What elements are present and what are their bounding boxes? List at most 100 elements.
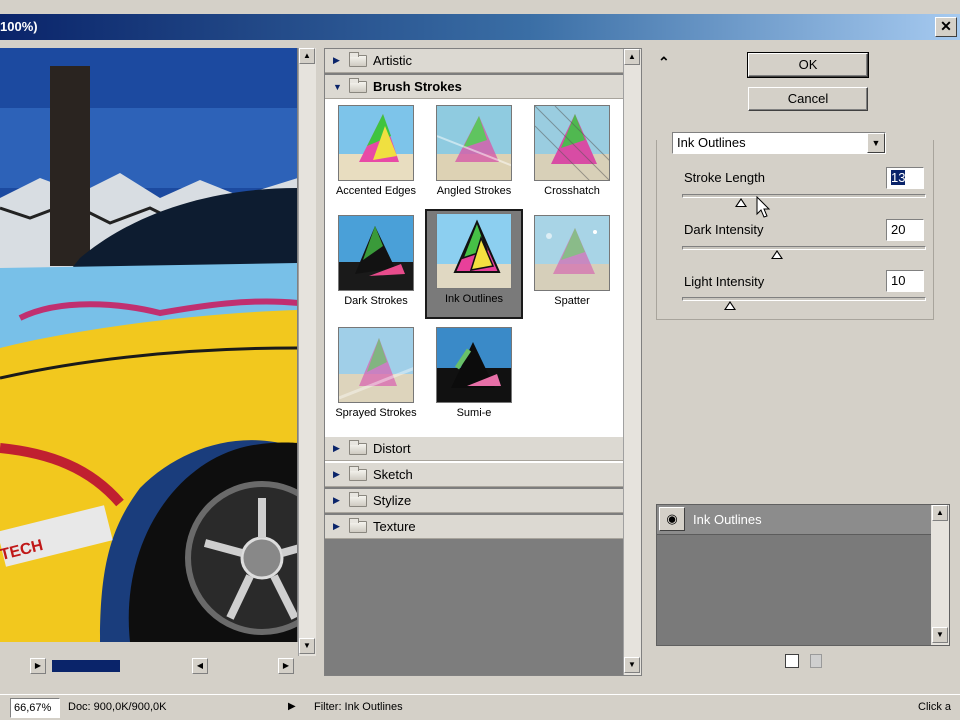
category-sketch[interactable]: ▶ Sketch	[325, 463, 623, 487]
title-bar: 100%) ✕	[0, 0, 960, 40]
category-texture[interactable]: ▶ Texture	[325, 515, 623, 539]
stroke-length-label: Stroke Length	[684, 170, 765, 185]
scroll-up-icon[interactable]: ▲	[624, 49, 640, 65]
scroll-up-icon[interactable]: ▲	[932, 505, 948, 521]
category-label: Sketch	[373, 467, 413, 482]
dark-intensity-field[interactable]: 20	[886, 219, 924, 241]
new-effect-layer-icon[interactable]	[785, 654, 799, 668]
filter-thumb-dark-strokes[interactable]: Dark Strokes	[327, 211, 425, 321]
light-intensity-field[interactable]: 10	[886, 270, 924, 292]
layer-row-ink-outlines[interactable]: ◉ Ink Outlines	[657, 505, 933, 535]
window-close-button[interactable]: ✕	[935, 17, 957, 37]
status-hint: Click a	[918, 701, 952, 713]
cancel-button[interactable]: Cancel	[748, 87, 868, 111]
light-intensity-label: Light Intensity	[684, 274, 765, 289]
dark-intensity-slider-handle[interactable]	[770, 250, 783, 259]
collapse-triangle-icon: ▼	[333, 81, 342, 92]
thumbnail-image	[436, 213, 512, 289]
expand-triangle-icon: ▶	[333, 469, 340, 479]
thumb-label: Spatter	[554, 295, 590, 307]
thumb-label: Ink Outlines	[444, 293, 504, 305]
trash-icon[interactable]	[810, 654, 822, 668]
effect-layers-panel: ◉ Ink Outlines ▲ ▼	[656, 504, 950, 646]
eye-icon[interactable]: ◉	[659, 507, 685, 531]
scroll-down-icon[interactable]: ▼	[299, 638, 315, 654]
scroll-right-end-icon[interactable]: ▶	[278, 658, 294, 674]
preview-image[interactable]: TECH	[0, 48, 298, 642]
filter-gallery: ▶ Artistic ▼ Brush Strokes Accented Edge…	[324, 48, 642, 676]
doc-size: Doc: 900,0K/900,0K	[68, 701, 167, 713]
thumbnail-image	[436, 327, 512, 403]
ok-button[interactable]: OK	[747, 52, 869, 78]
filter-thumb-spatter[interactable]: Spatter	[523, 211, 621, 321]
filter-select[interactable]: Ink Outlines ▼	[672, 132, 886, 154]
thumb-label: Crosshatch	[544, 185, 600, 197]
thumbnail-image	[338, 105, 414, 181]
expand-triangle-icon: ▶	[333, 521, 340, 531]
thumbnail-image	[338, 327, 414, 403]
expand-triangle-icon: ▶	[333, 55, 340, 65]
preview-vertical-scrollbar[interactable]: ▲ ▼	[298, 48, 316, 656]
thumb-label: Sprayed Strokes	[335, 407, 417, 419]
stroke-length-slider[interactable]	[682, 194, 926, 198]
thumbnail-image	[534, 105, 610, 181]
zoom-field[interactable]: 66,67%	[10, 698, 60, 718]
window-title: 100%)	[0, 19, 38, 34]
category-label: Artistic	[373, 53, 412, 68]
filter-select-value: Ink Outlines	[677, 135, 746, 150]
category-stylize[interactable]: ▶ Stylize	[325, 489, 623, 513]
collapse-gallery-icon[interactable]: ⌃	[658, 54, 670, 71]
filter-thumb-accented-edges[interactable]: Accented Edges	[327, 101, 425, 211]
folder-icon	[349, 491, 367, 507]
brush-strokes-thumbnails: Accented Edges Angled Strokes Crosshatch…	[325, 99, 623, 483]
dark-intensity-label: Dark Intensity	[684, 222, 764, 237]
category-artistic[interactable]: ▶ Artistic	[325, 49, 623, 73]
preview-horizontal-scrollbar[interactable]: ▶ ◀ ▶	[0, 656, 316, 676]
dark-intensity-slider[interactable]	[682, 246, 926, 250]
filter-thumb-angled-strokes[interactable]: Angled Strokes	[425, 101, 523, 211]
thumb-label: Sumi-e	[456, 407, 492, 419]
chevron-down-icon[interactable]: ▼	[867, 133, 885, 153]
folder-icon	[349, 77, 367, 93]
thumbnail-image	[436, 105, 512, 181]
category-label: Brush Strokes	[373, 79, 462, 94]
thumbnail-image	[534, 215, 610, 291]
category-brush-strokes[interactable]: ▼ Brush Strokes	[325, 75, 623, 99]
status-filter: Filter: Ink Outlines	[314, 701, 403, 713]
scroll-down-icon[interactable]: ▼	[932, 627, 948, 643]
category-label: Texture	[373, 519, 416, 534]
layer-name: Ink Outlines	[693, 512, 762, 527]
stroke-length-value: 13	[891, 170, 906, 185]
light-intensity-slider-handle[interactable]	[724, 301, 737, 310]
expand-triangle-icon: ▶	[333, 495, 340, 505]
light-intensity-slider[interactable]	[682, 297, 926, 301]
filter-thumb-sprayed-strokes[interactable]: Sprayed Strokes	[327, 323, 425, 433]
mouse-cursor-icon	[756, 195, 772, 223]
status-menu-arrow-icon[interactable]: ▶	[288, 698, 296, 718]
scroll-down-icon[interactable]: ▼	[624, 657, 640, 673]
status-bar: 66,67% Doc: 900,0K/900,0K ▶ Filter: Ink …	[0, 694, 960, 720]
category-distort[interactable]: ▶ Distort	[325, 437, 623, 461]
filter-thumb-ink-outlines[interactable]: Ink Outlines	[425, 209, 523, 319]
category-label: Distort	[373, 441, 411, 456]
horizontal-scroll-thumb[interactable]	[52, 660, 120, 672]
stroke-length-slider-handle[interactable]	[734, 198, 747, 207]
expand-triangle-icon: ▶	[333, 443, 340, 453]
thumb-label: Accented Edges	[335, 185, 417, 197]
scroll-left-icon[interactable]: ◀	[192, 658, 208, 674]
stroke-length-field[interactable]: 13	[886, 167, 924, 189]
scroll-up-icon[interactable]: ▲	[299, 48, 315, 64]
filter-thumb-crosshatch[interactable]: Crosshatch	[523, 101, 621, 211]
folder-icon	[349, 51, 367, 67]
layers-vertical-scrollbar[interactable]: ▲ ▼	[931, 505, 949, 645]
folder-icon	[349, 517, 367, 533]
gallery-vertical-scrollbar[interactable]: ▲ ▼	[623, 49, 641, 675]
folder-icon	[349, 465, 367, 481]
thumb-label: Dark Strokes	[344, 295, 408, 307]
thumbnail-image	[338, 215, 414, 291]
filter-thumb-sumi-e[interactable]: Sumi-e	[425, 323, 523, 433]
title-bar-strip	[0, 14, 960, 40]
thumb-label: Angled Strokes	[436, 185, 512, 197]
scroll-right-icon[interactable]: ▶	[30, 658, 46, 674]
category-label: Stylize	[373, 493, 412, 508]
